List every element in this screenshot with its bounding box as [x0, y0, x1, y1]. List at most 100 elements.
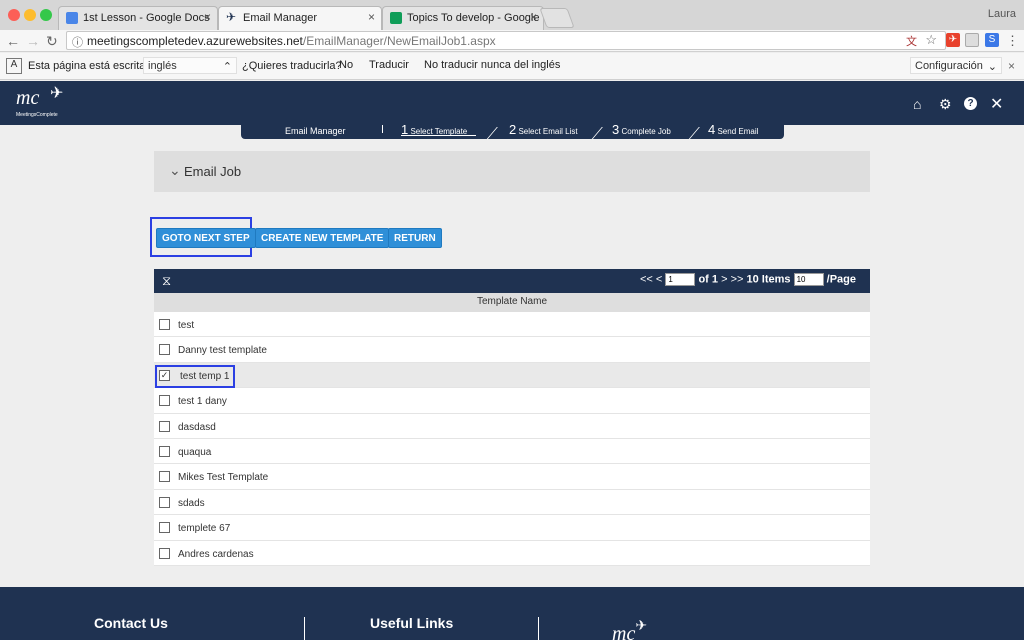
highlight-box	[155, 365, 235, 388]
chevron-down-icon[interactable]: ⌄	[169, 162, 181, 179]
step-3[interactable]: 3 Complete Job	[612, 125, 671, 137]
language-select[interactable]: inglés ⌃	[143, 57, 237, 74]
table-row[interactable]: Danny test template	[154, 337, 870, 363]
column-header-template-name[interactable]: Template Name	[154, 293, 870, 312]
next-page-icon[interactable]: >	[721, 273, 727, 285]
goto-next-step-button[interactable]: GOTO NEXT STEP	[156, 228, 256, 248]
return-button[interactable]: RETURN	[388, 228, 442, 248]
table-row[interactable]: Andres cardenas	[154, 540, 870, 566]
first-page-icon[interactable]: <<	[640, 273, 653, 285]
never-translate-button[interactable]: No traducir nunca del inglés	[418, 56, 566, 74]
checkbox[interactable]	[159, 471, 170, 483]
tab-google-slides[interactable]: Topics To develop - Google Sl ×	[382, 6, 544, 30]
table-row[interactable]: sdads	[154, 489, 870, 516]
checkbox[interactable]	[159, 395, 170, 407]
address-bar[interactable]: ⓘ meetingscompletedev.azurewebsites.net/…	[66, 31, 946, 50]
docs-icon	[66, 12, 78, 24]
filter-icon[interactable]: ⧖	[162, 273, 171, 289]
step-separator	[485, 127, 498, 139]
tab-email-manager[interactable]: ✈ Email Manager ×	[218, 6, 382, 30]
per-page-label: /Page	[826, 273, 856, 286]
app-header: mc ✈ MeetingsComplete	[0, 81, 1024, 125]
template-name: Mikes Test Template	[178, 472, 269, 484]
step-2[interactable]: 2 Select Email List	[509, 125, 578, 137]
no-button[interactable]: No	[333, 56, 359, 74]
settings-select[interactable]: Configuración ⌄	[910, 57, 1002, 74]
divider	[382, 125, 383, 133]
close-tab-icon[interactable]: ×	[530, 10, 537, 24]
extension-icon[interactable]: ✈	[946, 33, 960, 47]
gear-icon[interactable]: ⚙	[939, 96, 952, 113]
divider	[538, 617, 539, 640]
table-row[interactable]: templete 67	[154, 515, 870, 541]
step-4[interactable]: 4 Send Email	[708, 125, 758, 137]
template-name: quaqua	[178, 446, 212, 458]
template-list: test Danny test template ✓ test temp 1 test …	[154, 312, 870, 566]
checkbox[interactable]	[159, 445, 170, 457]
grid-toolbar: ⧖ << < of 1 > >> 10 Items /Page	[154, 269, 870, 293]
contact-us-heading: Contact Us	[94, 615, 168, 631]
reload-icon[interactable]: ↻	[46, 33, 58, 50]
checkbox[interactable]	[159, 420, 170, 432]
page-input[interactable]	[665, 273, 696, 286]
pager: << < of 1 > >> 10 Items /Page	[640, 273, 856, 286]
translate-bar: A Esta página está escrita en inglés ⌃ ¿Q…	[0, 53, 1024, 80]
table-row[interactable]: Mikes Test Template	[154, 464, 870, 490]
new-tab-button[interactable]	[539, 8, 575, 28]
close-tab-icon[interactable]: ×	[204, 10, 211, 24]
minimize-window-icon[interactable]	[24, 9, 36, 21]
tab-title: Email Manager	[243, 12, 317, 24]
help-icon[interactable]: ?	[964, 97, 977, 110]
profile-name[interactable]: Laura	[988, 8, 1016, 20]
translate-prompt: Esta página está escrita en	[28, 60, 161, 72]
sheets-icon	[390, 12, 402, 24]
template-name: templete 67	[178, 523, 231, 535]
logo[interactable]: mc ✈ MeetingsComplete	[16, 85, 63, 118]
divider	[304, 617, 305, 640]
close-translate-icon[interactable]: ×	[1008, 59, 1015, 73]
step-number: 3	[612, 125, 620, 137]
last-page-icon[interactable]: >>	[731, 273, 744, 285]
step-number: 4	[708, 125, 716, 137]
close-tab-icon[interactable]: ×	[368, 10, 375, 24]
useful-links-heading: Useful Links	[370, 615, 454, 631]
tab-title: 1st Lesson - Google Docs	[83, 12, 210, 24]
checkbox[interactable]	[159, 522, 170, 534]
info-icon[interactable]: ⓘ	[72, 34, 83, 50]
tab-google-docs[interactable]: 1st Lesson - Google Docs ×	[58, 6, 218, 30]
address-toolbar: ← → ↻ ⓘ meetingscompletedev.azurewebsite…	[0, 30, 1024, 52]
extension-s-icon[interactable]: S	[985, 33, 999, 47]
url-host: meetingscompletedev.azurewebsites.net	[87, 34, 303, 48]
home-icon[interactable]: ⌂	[913, 96, 921, 112]
table-row[interactable]: test 1 dany	[154, 388, 870, 414]
prev-page-icon[interactable]: <	[656, 273, 662, 285]
checkbox[interactable]	[159, 319, 170, 330]
menu-icon[interactable]: ⋮	[1006, 33, 1019, 49]
extension-icon[interactable]	[965, 33, 979, 47]
email-job-panel[interactable]: ⌄ Email Job	[154, 151, 870, 192]
checkbox[interactable]	[159, 344, 170, 356]
translate-icon: A	[6, 58, 22, 74]
language-value: inglés	[148, 60, 177, 72]
close-window-icon[interactable]	[8, 9, 20, 21]
translate-icon[interactable]: 文	[906, 33, 917, 49]
table-row[interactable]: quaqua	[154, 438, 870, 465]
tab-title: Topics To develop - Google Sl	[407, 12, 544, 24]
table-row[interactable]: test	[154, 312, 870, 338]
table-row[interactable]: ✓ test temp 1	[154, 362, 870, 389]
table-row[interactable]: dasdasd	[154, 413, 870, 439]
star-icon[interactable]: ☆	[925, 32, 937, 48]
forward-icon[interactable]: →	[26, 33, 40, 49]
back-icon[interactable]: ←	[6, 33, 20, 49]
close-icon[interactable]: ✕	[990, 94, 1003, 114]
create-new-template-button[interactable]: CREATE NEW TEMPLATE	[255, 228, 390, 248]
settings-label: Configuración	[915, 60, 983, 72]
zoom-window-icon[interactable]	[40, 9, 52, 21]
template-name: sdads	[178, 497, 205, 509]
checkbox[interactable]	[159, 547, 170, 559]
panel-title: Email Job	[184, 164, 242, 179]
translate-button[interactable]: Traducir	[363, 56, 415, 74]
select-arrow-icon: ⌃	[222, 61, 232, 73]
checkbox[interactable]	[159, 496, 170, 508]
page-size-input[interactable]	[793, 273, 824, 286]
